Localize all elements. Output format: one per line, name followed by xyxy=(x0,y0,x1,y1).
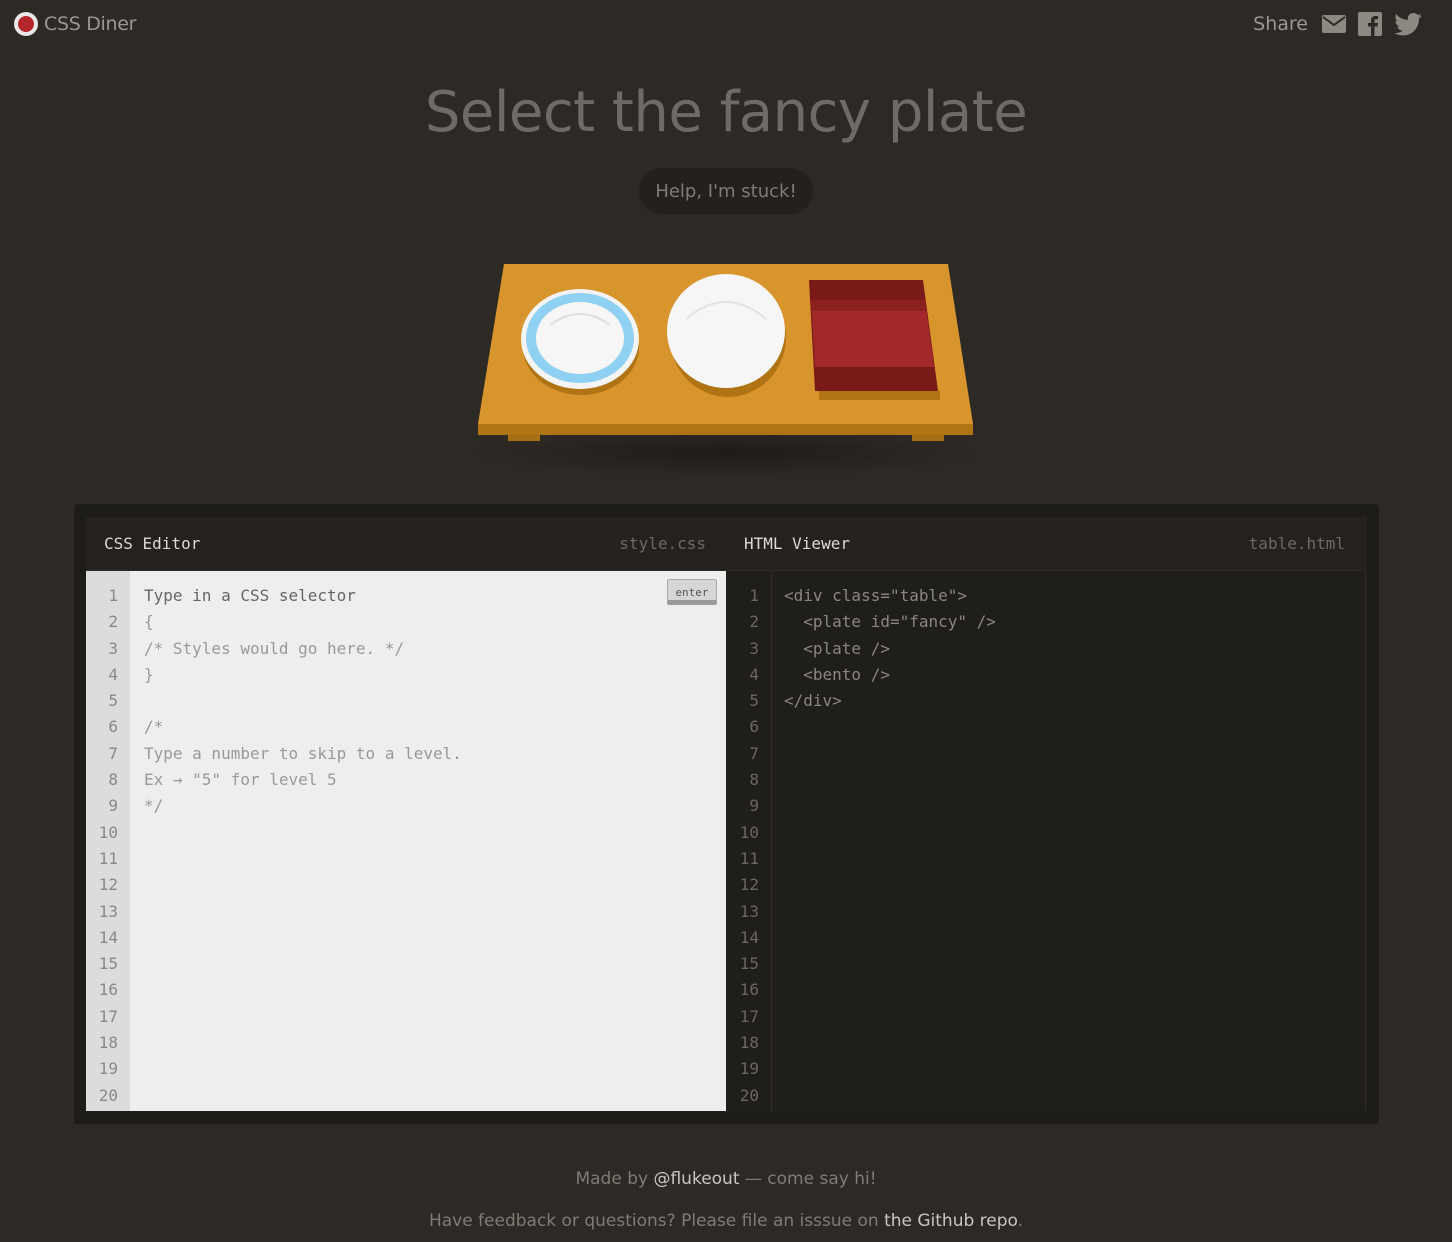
line-number: 18 xyxy=(98,1033,118,1053)
line-number: 6 xyxy=(108,717,118,737)
line-number: 17 xyxy=(739,1006,759,1026)
line-number: 14 xyxy=(739,927,759,947)
line-number: 11 xyxy=(98,848,118,868)
line-number: 9 xyxy=(749,796,759,816)
footer-credit: Made by @flukeout — come say hi! xyxy=(0,1169,1452,1189)
line-number: 8 xyxy=(749,770,759,790)
footer-feedback-prefix: Have feedback or questions? Please file … xyxy=(428,1211,885,1231)
html-line-numbers: 1 2 3 4 5 6 7 8 9 10 11 12 13 14 15 16 17 18 19 20 xyxy=(726,571,772,1111)
line-number: 2 xyxy=(749,612,759,632)
line-number: 5 xyxy=(749,691,759,711)
html-code-area: <div class="table"> <plate id="fancy" />… xyxy=(772,571,1366,1111)
css-editor-title: CSS Editor xyxy=(104,534,201,553)
line-number: 12 xyxy=(98,875,118,895)
css-code-line: } xyxy=(144,664,154,684)
html-viewer: HTML Viewer table.html 1 2 3 4 5 6 7 8 9 10 11 12 13… xyxy=(726,517,1366,1111)
line-number: 16 xyxy=(98,980,118,1000)
author-link[interactable]: @flukeout xyxy=(653,1169,739,1189)
css-code-line: { xyxy=(144,612,154,632)
footer-feedback: Have feedback or questions? Please file … xyxy=(0,1211,1452,1231)
line-number: 13 xyxy=(98,901,118,921)
html-viewer-title: HTML Viewer xyxy=(744,534,850,553)
line-number: 7 xyxy=(108,743,118,763)
line-number: 10 xyxy=(739,822,759,842)
css-code-area[interactable]: Type in a CSS selector { /* Styles would… xyxy=(130,571,726,1111)
css-code-line: /* xyxy=(144,717,164,737)
bento[interactable] xyxy=(809,280,940,400)
css-selector-input[interactable]: Type in a CSS selector xyxy=(144,583,726,609)
html-code-line[interactable]: <div class="table"> xyxy=(784,583,1365,609)
twitter-icon[interactable] xyxy=(1394,12,1422,36)
share-bar: Share xyxy=(1253,12,1422,36)
line-number: 1 xyxy=(749,586,759,605)
css-editor: CSS Editor style.css 1 2 3 4 5 6 7 8 9 10 11 12 13 14… xyxy=(86,517,726,1111)
share-label: Share xyxy=(1253,13,1308,35)
plate-fancy[interactable] xyxy=(521,289,639,395)
line-number: 2 xyxy=(108,612,118,632)
help-button[interactable]: Help, I'm stuck! xyxy=(639,168,813,214)
line-number: 17 xyxy=(98,1006,118,1026)
html-code-line[interactable]: <bento /> xyxy=(784,662,1365,688)
line-number: 19 xyxy=(98,1059,118,1079)
table-scene xyxy=(466,255,986,485)
line-number: 14 xyxy=(98,927,118,947)
line-number: 20 xyxy=(739,1085,759,1105)
line-number: 19 xyxy=(739,1059,759,1079)
line-number: 15 xyxy=(98,954,118,974)
line-number: 13 xyxy=(739,901,759,921)
html-code-line[interactable]: </div> xyxy=(784,688,1365,714)
html-code-line[interactable]: <plate id="fancy" /> xyxy=(784,609,1365,635)
css-editor-header: CSS Editor style.css xyxy=(86,517,726,571)
css-code-line: Type a number to skip to a level. xyxy=(144,743,462,763)
footer-made-by-suffix: — come say hi! xyxy=(739,1169,877,1189)
line-number: 10 xyxy=(98,822,118,842)
line-number: 9 xyxy=(108,796,118,816)
line-number: 20 xyxy=(98,1085,118,1105)
css-filename: style.css xyxy=(619,534,706,553)
line-number: 15 xyxy=(739,954,759,974)
table-edge xyxy=(478,424,973,435)
line-number: 16 xyxy=(739,980,759,1000)
footer-made-by-prefix: Made by xyxy=(575,1169,654,1189)
css-code-line: /* Styles would go here. */ xyxy=(144,638,405,658)
line-number: 18 xyxy=(739,1033,759,1053)
line-number: 4 xyxy=(749,664,759,684)
line-number: 5 xyxy=(108,691,118,711)
editor-panel: CSS Editor style.css 1 2 3 4 5 6 7 8 9 10 11 12 13 14… xyxy=(74,504,1379,1124)
html-code-line[interactable]: <plate /> xyxy=(784,636,1365,662)
line-number: 6 xyxy=(749,717,759,737)
html-viewer-header: HTML Viewer table.html xyxy=(726,517,1366,571)
line-number: 3 xyxy=(108,638,118,658)
email-icon[interactable] xyxy=(1322,15,1346,33)
line-number: 12 xyxy=(739,875,759,895)
app-name: CSS Diner xyxy=(44,13,137,35)
line-number: 4 xyxy=(108,664,118,684)
facebook-icon[interactable] xyxy=(1358,12,1382,36)
line-number: 7 xyxy=(749,743,759,763)
enter-button[interactable]: enter xyxy=(667,579,717,606)
line-number: 8 xyxy=(108,770,118,790)
github-repo-link[interactable]: the Github repo xyxy=(884,1211,1018,1231)
table-shadow xyxy=(466,429,986,477)
line-number: 3 xyxy=(749,638,759,658)
css-code-line: Ex → "5" for level 5 xyxy=(144,770,337,790)
footer-feedback-suffix: . xyxy=(1017,1211,1024,1231)
level-instruction: Select the fancy plate xyxy=(424,80,1028,145)
brand[interactable]: CSS Diner xyxy=(14,12,136,36)
line-number: 11 xyxy=(739,848,759,868)
css-line-numbers: 1 2 3 4 5 6 7 8 9 10 11 12 13 14 15 16 17 18 19 20 xyxy=(86,571,130,1111)
line-number: 1 xyxy=(108,586,118,605)
css-code-line: */ xyxy=(144,796,164,816)
html-filename: table.html xyxy=(1248,534,1345,553)
logo-icon xyxy=(14,12,38,36)
css-code-line xyxy=(144,688,726,714)
